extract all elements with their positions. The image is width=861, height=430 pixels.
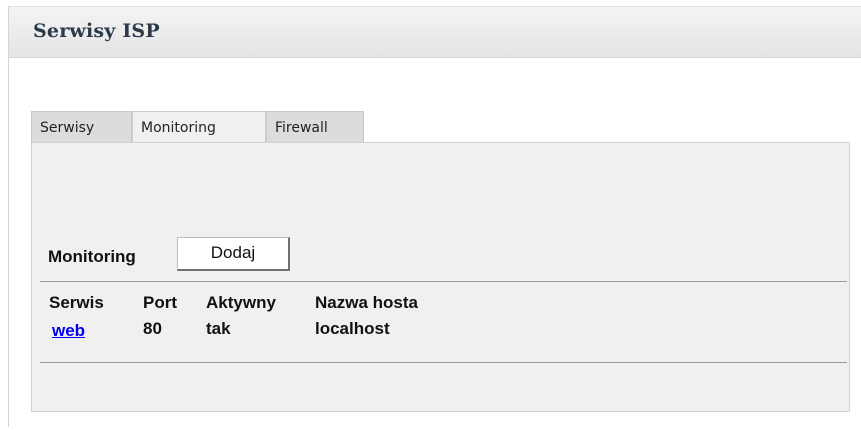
- add-button[interactable]: Dodaj: [177, 237, 290, 271]
- cell-port: 80: [143, 319, 162, 338]
- tab-firewall[interactable]: Firewall: [266, 111, 364, 142]
- divider-bottom: [40, 362, 847, 363]
- column-header-aktywny: Aktywny: [206, 293, 276, 312]
- tab-serwisy[interactable]: Serwisy: [31, 111, 132, 142]
- tab-monitoring[interactable]: Monitoring: [132, 111, 266, 144]
- header-bar: Serwisy ISP: [9, 7, 861, 58]
- page-title: Serwisy ISP: [33, 20, 160, 42]
- divider-top: [40, 281, 847, 282]
- cell-aktywny: tak: [206, 319, 231, 338]
- monitoring-panel: Monitoring Dodaj Serwis Port Aktywny Naz…: [31, 142, 850, 412]
- section-label-monitoring: Monitoring: [48, 247, 136, 266]
- column-header-serwis: Serwis: [49, 293, 104, 312]
- column-header-port: Port: [143, 293, 177, 312]
- cell-nazwa-hosta: localhost: [315, 319, 390, 338]
- column-header-nazwa-hosta: Nazwa hosta: [315, 293, 418, 312]
- service-link-web[interactable]: web: [52, 321, 85, 341]
